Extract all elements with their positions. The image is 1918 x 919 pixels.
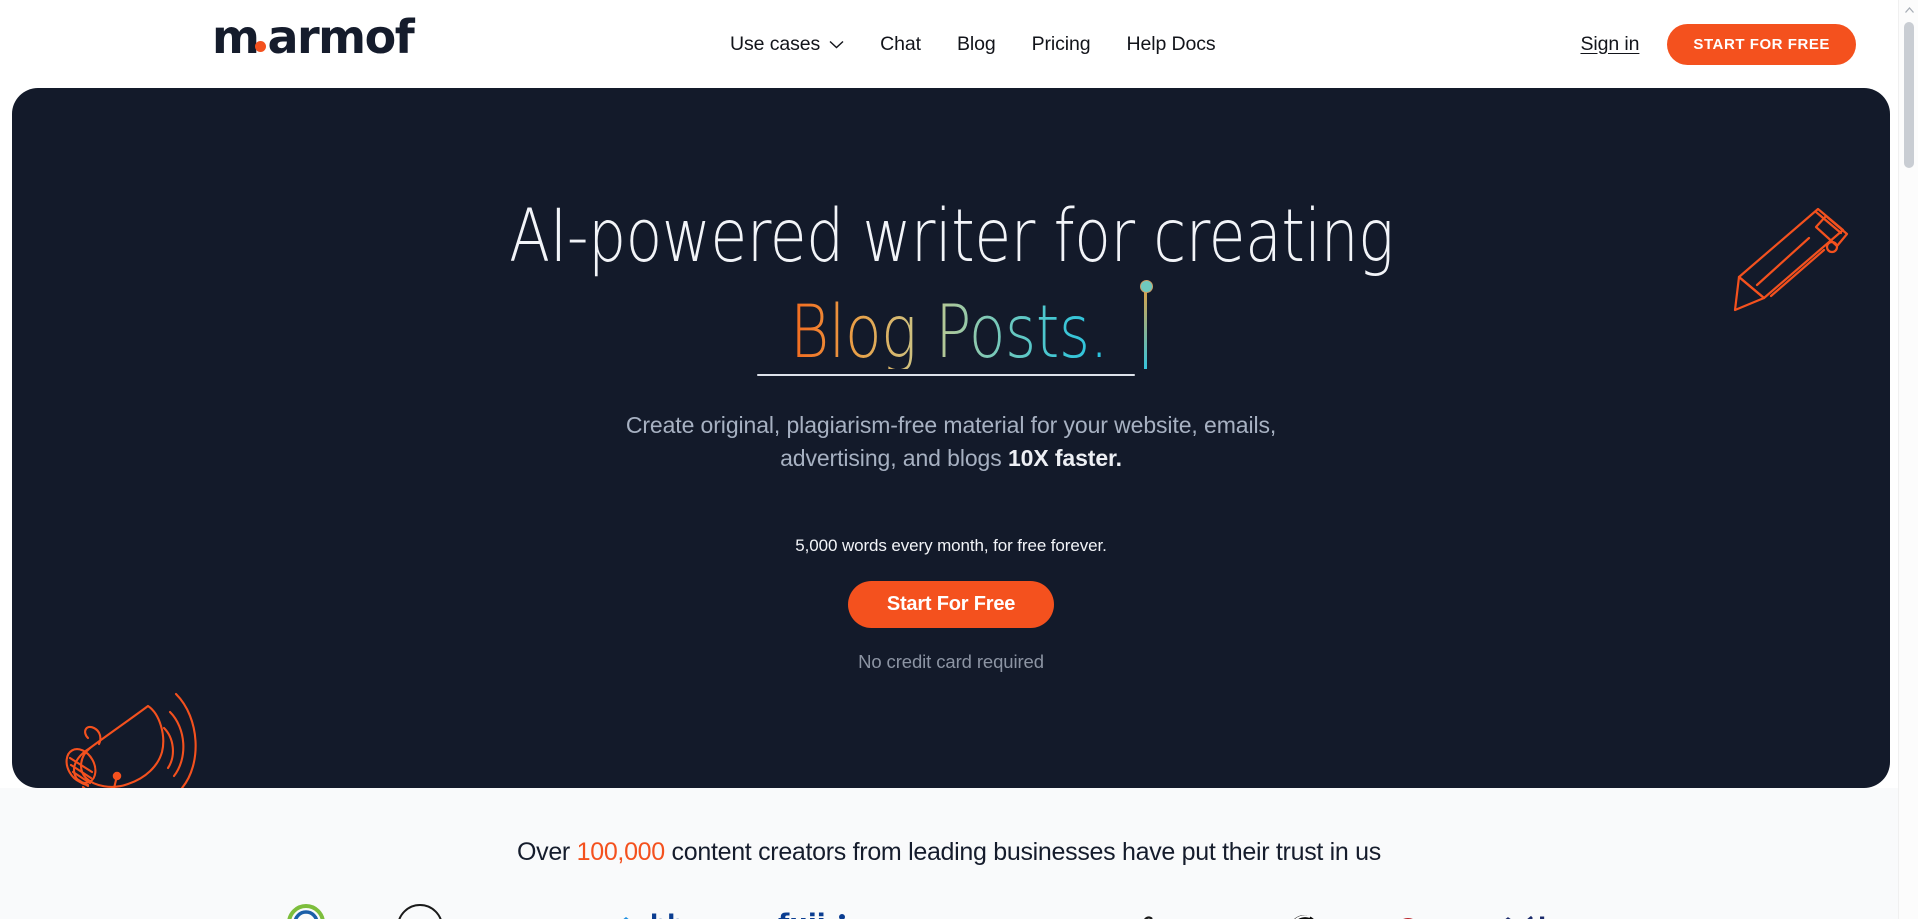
- social-proof-section: Over 100,000 content creators from leadi…: [0, 788, 1898, 919]
- free-words-note: 5,000 words every month, for free foreve…: [795, 536, 1107, 556]
- hero-panel: AI-powered writer for creating Blog Post…: [12, 88, 1890, 788]
- customer-logos-row: B GARDENS bb fuji artz: [0, 893, 1898, 919]
- nav-links: Use cases Chat Blog Pricing Help Docs: [712, 0, 1234, 88]
- nav-item-pricing[interactable]: Pricing: [1014, 33, 1109, 56]
- nav-item-blog-label: Blog: [956, 32, 996, 55]
- bsi-logo-icon: B: [280, 893, 332, 919]
- hero-subtitle: Create original, plagiarism-free materia…: [571, 409, 1331, 474]
- fuji-logo-icon: fuji: [776, 893, 886, 919]
- start-for-free-button-hero[interactable]: Start For Free: [847, 581, 1055, 629]
- typing-caret-icon: [1140, 280, 1154, 369]
- nav-item-use-cases-label: Use cases: [730, 32, 821, 55]
- hero-content: AI-powered writer for creating Blog Post…: [12, 88, 1890, 788]
- gardens-logo-icon: GARDENS: [390, 893, 510, 919]
- social-proof-text-before: Over: [516, 838, 577, 866]
- hero-subtitle-text: Create original, plagiarism-free materia…: [625, 412, 1277, 471]
- hero-typed-text: Blog Posts.: [789, 290, 1109, 375]
- chevron-down-icon: [829, 40, 844, 49]
- no-credit-card-note: No credit card required: [858, 651, 1044, 673]
- nav-item-help-docs[interactable]: Help Docs: [1108, 33, 1233, 56]
- red-circle-logo-icon: [1386, 893, 1430, 919]
- nav-item-chat-label: Chat: [880, 32, 921, 55]
- social-proof-text-after: content creators from leading businesses…: [664, 838, 1382, 866]
- typed-text-wrap: Blog Posts.: [755, 290, 1143, 376]
- nav-actions: Sign in START FOR FREE: [1580, 0, 1856, 88]
- hero-subtitle-emphasis: 10X faster.: [1007, 444, 1122, 471]
- svg-text:fuji: fuji: [778, 909, 826, 919]
- scrollbar-up-arrow-icon[interactable]: [1899, 0, 1918, 20]
- hero-heading-line-1: AI-powered writer for creating: [508, 194, 1394, 279]
- start-for-free-button-nav[interactable]: START FOR FREE: [1667, 23, 1856, 65]
- hero-heading-line-2: Blog Posts.: [755, 280, 1154, 376]
- social-proof-headline: Over 100,000 content creators from leadi…: [0, 838, 1898, 867]
- svg-text:bb: bb: [650, 910, 684, 919]
- nav-item-chat[interactable]: Chat: [862, 33, 939, 56]
- brand-logo-part1: m: [212, 10, 260, 64]
- brand-logo-part2: armof: [267, 10, 414, 64]
- svg-text:Lync: Lync: [1538, 914, 1594, 919]
- dark-circle-logo-icon: [1280, 893, 1328, 919]
- lync-logo-icon: Lync: [1488, 893, 1618, 919]
- a-mark-logo-icon: artz: [1132, 893, 1222, 919]
- nav-item-use-cases[interactable]: Use cases: [712, 33, 862, 56]
- prism-logo-icon: [944, 893, 1074, 919]
- typed-underline: [756, 374, 1136, 376]
- page-scrollbar[interactable]: [1898, 0, 1918, 919]
- scrollbar-thumb[interactable]: [1904, 22, 1914, 168]
- abbl-logo-icon: bb: [568, 893, 718, 919]
- page-root: m armof Use cases Chat Blog Pricing Help …: [0, 0, 1918, 919]
- nav-item-blog[interactable]: Blog: [939, 33, 1014, 56]
- brand-logo[interactable]: m armof: [212, 10, 415, 64]
- nav-item-pricing-label: Pricing: [1031, 32, 1091, 55]
- sign-in-link[interactable]: Sign in: [1580, 33, 1639, 56]
- brand-logo-dot-icon: [255, 41, 267, 52]
- top-navigation-bar: m armof Use cases Chat Blog Pricing Help …: [0, 0, 1898, 88]
- social-proof-count: 100,000: [576, 838, 666, 866]
- nav-item-help-docs-label: Help Docs: [1126, 32, 1216, 55]
